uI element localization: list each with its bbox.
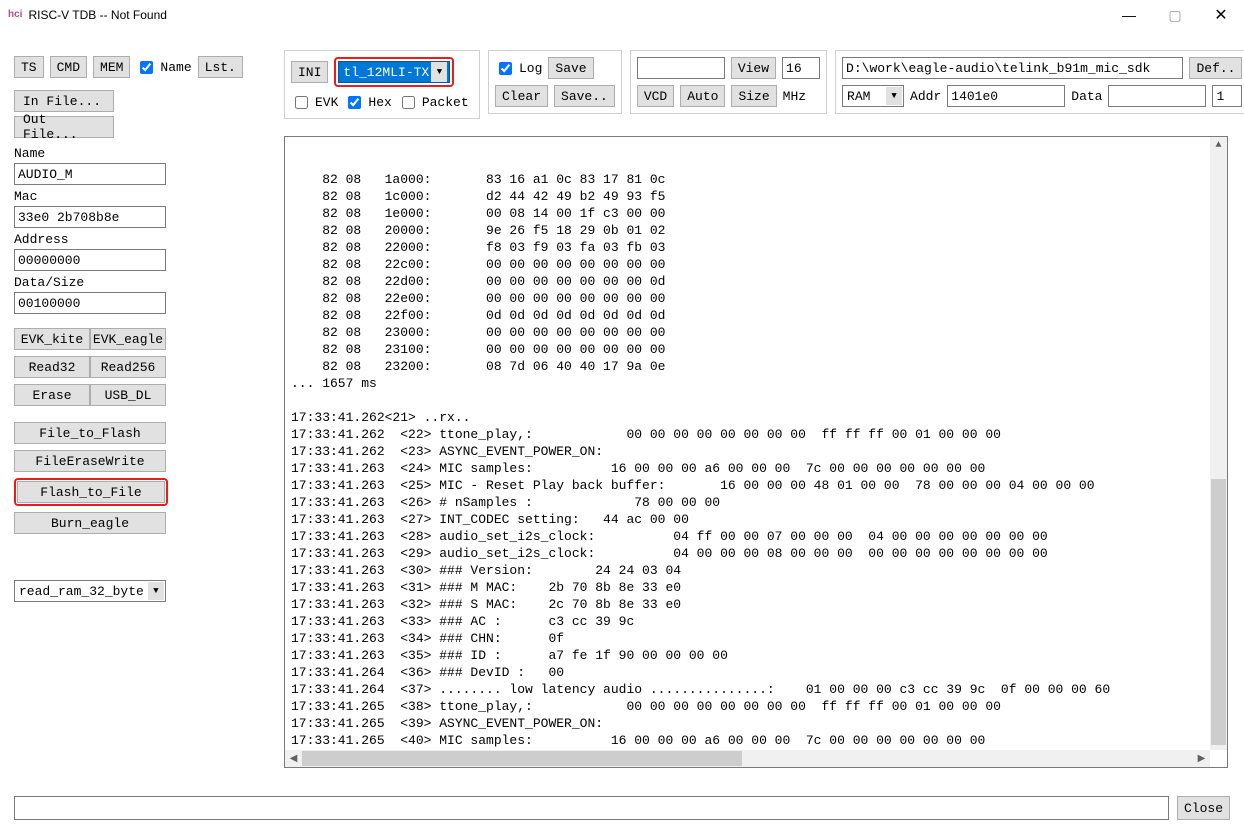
burn-eagle-button[interactable]: Burn_eagle	[14, 512, 166, 534]
addr-input[interactable]	[947, 85, 1065, 107]
view-input[interactable]	[637, 57, 725, 79]
clear-button[interactable]: Clear	[495, 85, 548, 107]
tl-combo-label: tl_12MLI-TX.	[343, 65, 437, 80]
name-input[interactable]	[14, 163, 166, 185]
auto-button[interactable]: Auto	[680, 85, 725, 107]
ram-combo-label: RAM	[847, 89, 870, 104]
chevron-down-icon: ▼	[886, 87, 902, 105]
log-text-area[interactable]: 82 08 1a000: 83 16 a1 0c 83 17 81 0c 82 …	[284, 136, 1228, 768]
minimize-button[interactable]: —	[1106, 0, 1152, 30]
flash-to-file-highlight: Flash_to_File	[14, 478, 168, 506]
hex-checkbox-label: Hex	[368, 95, 391, 110]
out-file-button[interactable]: Out File...	[14, 116, 114, 138]
titlebar: hci RISC-V TDB -- Not Found — ▢ ✕	[0, 0, 1244, 30]
close-window-button[interactable]: ✕	[1198, 0, 1244, 30]
packet-checkbox[interactable]: Packet	[398, 93, 469, 112]
erase-button[interactable]: Erase	[14, 384, 90, 406]
name-checkbox-label: Name	[160, 60, 191, 75]
view-num-input[interactable]	[782, 57, 820, 79]
save-button[interactable]: Save	[548, 57, 593, 79]
scroll-left-arrow-icon[interactable]: ◀	[285, 753, 302, 765]
read-ram-combo-label: read_ram_32_byte	[19, 584, 144, 599]
chevron-down-icon: ▼	[148, 582, 164, 600]
address-input[interactable]	[14, 249, 166, 271]
addr-label: Addr	[910, 89, 941, 104]
window-title: RISC-V TDB -- Not Found	[28, 8, 166, 22]
data-label: Data	[1071, 89, 1102, 104]
scroll-right-arrow-icon[interactable]: ▶	[1193, 753, 1210, 765]
address-label: Address	[14, 232, 276, 247]
path-input[interactable]	[842, 57, 1183, 79]
n-input[interactable]	[1212, 85, 1242, 107]
file-to-flash-button[interactable]: File_to_Flash	[14, 422, 166, 444]
packet-checkbox-label: Packet	[422, 95, 469, 110]
read256-button[interactable]: Read256	[90, 356, 166, 378]
command-input[interactable]	[14, 796, 1169, 820]
mac-input[interactable]	[14, 206, 166, 228]
mhz-label: MHz	[783, 89, 806, 104]
data-size-label: Data/Size	[14, 275, 276, 290]
evk-eagle-button[interactable]: EVK_eagle	[90, 328, 166, 350]
hex-checkbox[interactable]: Hex	[344, 93, 391, 112]
read32-button[interactable]: Read32	[14, 356, 90, 378]
vertical-scrollbar[interactable]: ▲ ▼	[1210, 137, 1227, 750]
in-file-button[interactable]: In File...	[14, 90, 114, 112]
maximize-button[interactable]: ▢	[1152, 0, 1198, 30]
save-as-button[interactable]: Save..	[554, 85, 615, 107]
data-size-input[interactable]	[14, 292, 166, 314]
read-ram-combo[interactable]: read_ram_32_byte ▼	[14, 580, 166, 602]
cmd-button[interactable]: CMD	[50, 56, 87, 78]
tl-combo[interactable]: tl_12MLI-TX. ▼	[338, 61, 450, 83]
evk-checkbox[interactable]: EVK	[291, 93, 338, 112]
scroll-thumb[interactable]	[1211, 479, 1226, 745]
scroll-up-arrow-icon[interactable]: ▲	[1210, 137, 1227, 154]
log-checkbox-label: Log	[519, 61, 542, 76]
horizontal-scrollbar[interactable]: ◀ ▶	[285, 750, 1210, 767]
size-button[interactable]: Size	[731, 85, 776, 107]
lst-button[interactable]: Lst.	[198, 56, 243, 78]
chevron-down-icon: ▼	[431, 62, 447, 82]
ram-combo[interactable]: RAM ▼	[842, 85, 904, 107]
name-label: Name	[14, 146, 276, 161]
hscroll-thumb[interactable]	[302, 751, 742, 766]
data-input[interactable]	[1108, 85, 1206, 107]
evk-kite-button[interactable]: EVK_kite	[14, 328, 90, 350]
close-button[interactable]: Close	[1177, 796, 1230, 820]
ini-button[interactable]: INI	[291, 61, 328, 83]
evk-checkbox-label: EVK	[315, 95, 338, 110]
log-checkbox[interactable]: Log	[495, 59, 542, 78]
vcd-button[interactable]: VCD	[637, 85, 674, 107]
file-erase-write-button[interactable]: FileEraseWrite	[14, 450, 166, 472]
view-button[interactable]: View	[731, 57, 776, 79]
def-button[interactable]: Def..	[1189, 57, 1242, 79]
ts-button[interactable]: TS	[14, 56, 44, 78]
mac-label: Mac	[14, 189, 276, 204]
usb-dl-button[interactable]: USB_DL	[90, 384, 166, 406]
mem-button[interactable]: MEM	[93, 56, 130, 78]
app-icon: hci	[8, 9, 22, 20]
name-checkbox[interactable]: Name	[136, 58, 191, 77]
tl-combo-highlight: tl_12MLI-TX. ▼	[334, 57, 454, 87]
flash-to-file-button[interactable]: Flash_to_File	[17, 481, 165, 503]
